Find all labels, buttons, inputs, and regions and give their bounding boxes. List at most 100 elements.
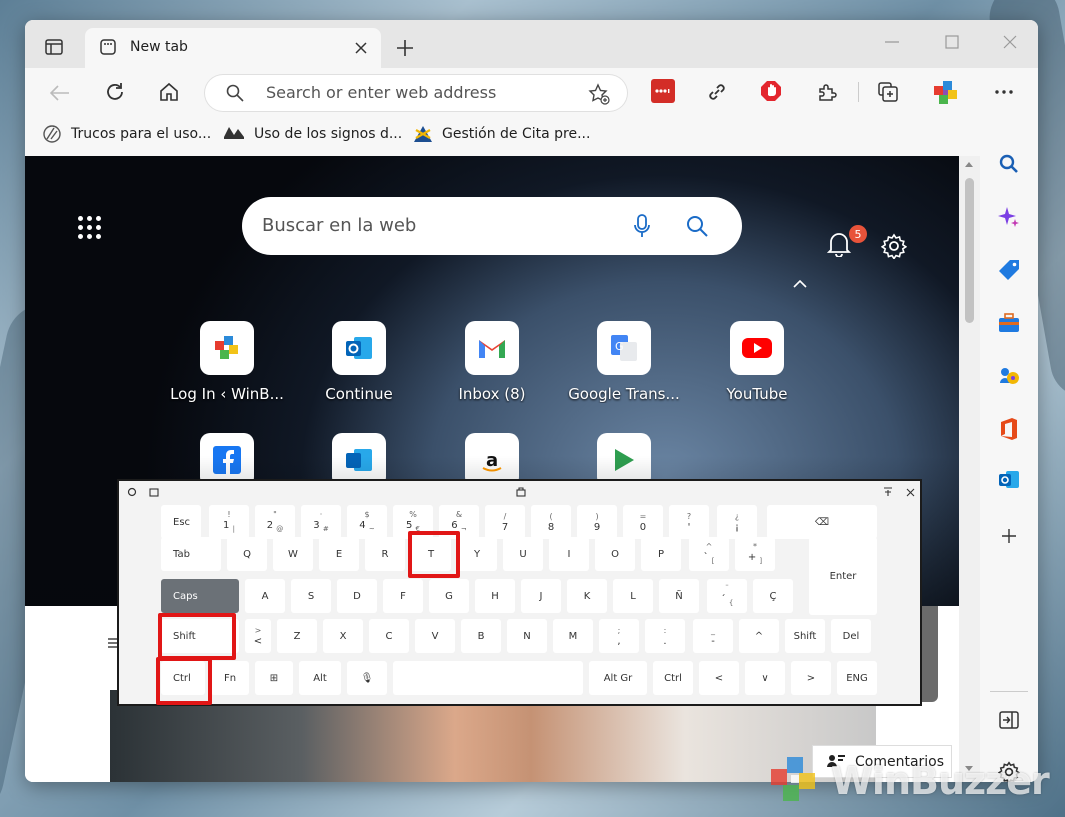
page-scrollbar[interactable] [959,156,980,782]
web-search-box[interactable]: Buscar en la web [242,197,742,255]
key-2-6[interactable]: H [475,579,515,613]
key-2-7[interactable]: J [521,579,561,613]
quick-link-google-translate[interactable]: G Google Trans... [559,321,689,403]
key-3-7[interactable]: N [507,619,547,653]
key-2-2[interactable]: S [291,579,331,613]
back-icon[interactable] [47,80,73,106]
quick-link-youtube[interactable]: YouTube [692,321,822,403]
minimize-icon[interactable] [877,32,907,52]
key-3-10[interactable]: :. [645,619,685,653]
outlook-sidebar-icon[interactable] [997,468,1021,492]
keyboard-pin-icon[interactable] [881,485,895,499]
key-3-1[interactable]: > < [245,619,271,653]
key-3-4[interactable]: C [369,619,409,653]
add-sidebar-app-icon[interactable] [997,524,1021,548]
quick-link-winbuzzer[interactable]: Log In ‹ WinB... [162,321,292,403]
microphone-icon[interactable] [630,213,654,239]
favorite-item-trucos[interactable]: Trucos para el uso... [42,120,211,148]
keyboard-layout-icon[interactable] [147,485,161,499]
key-0-11[interactable]: ? ' [669,505,709,539]
search-submit-icon[interactable] [684,213,710,239]
close-window-icon[interactable] [995,32,1025,52]
collections-icon[interactable] [876,80,900,104]
key-2-5[interactable]: G [429,579,469,613]
key-1-10[interactable]: P [641,537,681,571]
key-2-10[interactable]: Ñ [659,579,699,613]
key-4-6[interactable]: Alt Gr [589,661,647,695]
home-icon[interactable] [156,79,182,105]
link-extension-icon[interactable] [705,80,729,104]
key-4-2[interactable]: ⊞ [255,661,293,695]
new-tab-plus-icon[interactable] [393,36,417,60]
key-2-12[interactable]: Ç [753,579,793,613]
key-3-6[interactable]: B [461,619,501,653]
refresh-icon[interactable] [102,79,128,105]
key-0-9[interactable]: ) 9 [577,505,617,539]
copilot-sparkle-icon[interactable] [997,205,1021,229]
tools-briefcase-icon[interactable] [997,311,1021,335]
page-settings-gear-icon[interactable] [880,232,908,260]
key-1-11[interactable]: ^ ` [ [689,537,729,571]
add-favorite-icon[interactable] [587,82,611,106]
key-0-12[interactable]: ¿ ¡ [717,505,757,539]
key-2-1[interactable]: A [245,579,285,613]
key-3-5[interactable]: V [415,619,455,653]
key-1-3[interactable]: E [319,537,359,571]
keyboard-dock-icon[interactable] [514,485,528,499]
key-1-4[interactable]: R [365,537,405,571]
key-2-3[interactable]: D [337,579,377,613]
favorite-item-gestion[interactable]: Gestión de Cita pre... [412,120,590,148]
key-1-12[interactable]: * + ] [735,537,775,571]
keyboard-settings-icon[interactable] [125,485,139,499]
key-2-9[interactable]: L [613,579,653,613]
key-4-1[interactable]: Fn [211,661,249,695]
shopping-tag-icon[interactable] [997,258,1021,282]
key-4-11[interactable]: ENG [837,661,877,695]
key-3-11[interactable]: _ - [693,619,733,653]
key-3-14[interactable]: Del [831,619,871,653]
key-2-0[interactable]: Caps [161,579,239,613]
key-4-9[interactable]: ∨ [745,661,785,695]
profile-avatar-icon[interactable] [929,76,963,110]
key-0-2[interactable]: " 2 @ [255,505,295,539]
key-0-4[interactable]: $4 ~ [347,505,387,539]
key-0-7[interactable]: /7 [485,505,525,539]
key-2-4[interactable]: F [383,579,423,613]
tab-actions-icon[interactable] [43,36,65,58]
games-icon[interactable] [997,364,1021,388]
key-backspace[interactable]: ⌫ [767,505,877,539]
key-0-1[interactable]: ! 1 | [209,505,249,539]
key-0-10[interactable]: = 0 [623,505,663,539]
key-3-9[interactable]: ;, [599,619,639,653]
collapse-chevron-up-icon[interactable] [789,273,811,295]
key-4-3[interactable]: Alt [299,661,341,695]
address-bar[interactable]: Search or enter web address [205,75,627,111]
extensions-puzzle-icon[interactable] [815,80,839,104]
key-3-8[interactable]: M [553,619,593,653]
key-1-8[interactable]: I [549,537,589,571]
maximize-icon[interactable] [937,32,967,52]
key-1-7[interactable]: U [503,537,543,571]
key-0-8[interactable]: (8 [531,505,571,539]
key-1-0[interactable]: Tab [161,537,221,571]
key-3-13[interactable]: Shift [785,619,825,653]
more-options-icon[interactable] [991,80,1017,104]
key-enter[interactable]: Enter [809,537,877,615]
tab-new-tab[interactable]: New tab [85,28,381,68]
adblock-extension-icon[interactable] [759,79,783,103]
key-2-11[interactable]: ¨ ´ { [707,579,747,613]
key-0-3[interactable]: · 3 # [301,505,341,539]
key-4-5[interactable] [393,661,583,695]
quick-link-gmail[interactable]: Inbox (8) [427,321,557,403]
key-3-2[interactable]: Z [277,619,317,653]
key-0-0[interactable]: Esc [161,505,201,539]
scrollbar-thumb[interactable] [965,178,974,323]
key-4-8[interactable]: < [699,661,739,695]
favorite-item-signos[interactable]: Uso de los signos d... [223,120,402,148]
hide-sidebar-icon[interactable] [997,708,1021,732]
key-1-6[interactable]: Y [457,537,497,571]
key-2-8[interactable]: K [567,579,607,613]
sidebar-search-icon[interactable] [997,152,1021,176]
key-1-2[interactable]: W [273,537,313,571]
close-tab-icon[interactable] [351,38,371,58]
